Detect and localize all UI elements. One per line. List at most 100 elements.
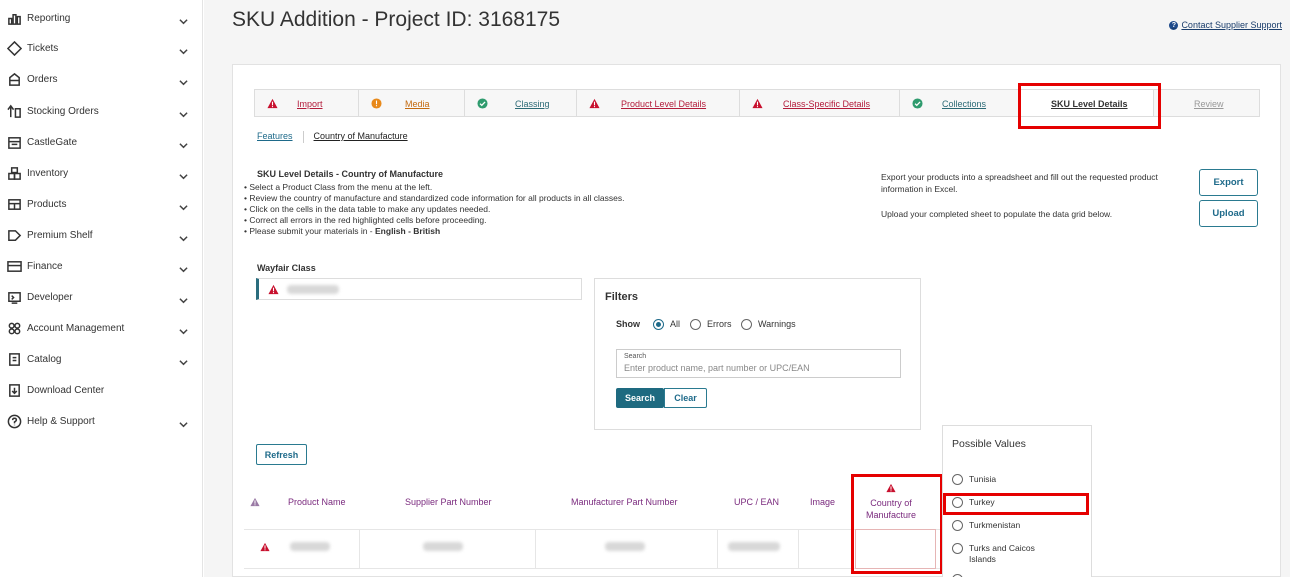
column-supplier-part-number[interactable]: Supplier Part Number [405, 497, 492, 507]
instructions-heading: SKU Level Details - Country of Manufactu… [257, 169, 444, 179]
option-radio[interactable] [952, 543, 963, 554]
tab-import[interactable]: Import [254, 89, 358, 117]
search-button[interactable]: Search [616, 388, 664, 408]
option-radio[interactable] [952, 520, 963, 531]
sidebar-item-label: Tickets [27, 42, 59, 54]
possible-values-title: Possible Values [952, 438, 1026, 450]
upload-button[interactable]: Upload [1199, 200, 1258, 227]
option-label: Turkmenistan [969, 520, 1021, 530]
help-icon [6, 413, 22, 429]
sidebar-item-label: Stocking Orders [27, 105, 99, 117]
sidebar-item-premium-shelf[interactable]: Premium Shelf [0, 223, 200, 247]
sidebar-item-label: CastleGate [27, 136, 78, 148]
column-upc-ean[interactable]: UPC / EAN [734, 497, 779, 507]
sidebar-item-stocking-orders[interactable]: Stocking Orders [0, 99, 200, 123]
sidebar-item-orders[interactable]: Orders [0, 67, 200, 91]
redacted-upc [728, 542, 780, 551]
option-radio[interactable] [952, 452, 963, 463]
wayfair-class-item[interactable] [256, 278, 582, 300]
sidebar-item-castlegate[interactable]: CastleGate [0, 130, 200, 154]
warehouse-icon [6, 134, 22, 150]
clear-button[interactable]: Clear [664, 388, 707, 408]
chevron-down-icon[interactable] [179, 13, 189, 25]
chevron-down-icon[interactable] [179, 261, 189, 273]
sidebar-item-reporting[interactable]: Reporting [0, 6, 200, 30]
sidebar-item-download-center[interactable]: Download Center [0, 378, 200, 402]
instructions-list: Select a Product Class from the menu at … [244, 182, 804, 237]
sidebar-item-label: Premium Shelf [27, 229, 93, 241]
error-icon [589, 98, 600, 109]
check-circle-icon [912, 98, 923, 109]
instruction-item: Please submit your materials in - Englis… [244, 226, 804, 237]
chevron-down-icon[interactable] [179, 230, 189, 242]
sidebar-item-label: Developer [27, 291, 73, 303]
cell-divider [359, 529, 360, 569]
tab-label: Product Level Details [621, 99, 707, 109]
search-field[interactable]: Search [616, 349, 901, 378]
redacted-product-name [290, 542, 330, 551]
warning-triangle-icon [250, 497, 260, 507]
column-product-name[interactable]: Product Name [288, 497, 346, 507]
filter-all-radio[interactable] [653, 319, 664, 330]
sidebar-item-products[interactable]: Products [0, 192, 200, 216]
tab-label: Collections [942, 99, 987, 109]
error-icon [260, 542, 270, 552]
sidebar-item-developer[interactable]: Developer [0, 285, 200, 309]
filter-warnings-radio[interactable] [741, 319, 752, 330]
stocking-orders-icon [6, 103, 22, 119]
tab-label: Media [405, 99, 430, 109]
sidebar-item-account-management[interactable]: Account Management [0, 316, 200, 340]
chevron-down-icon[interactable] [179, 74, 189, 86]
chevron-down-icon[interactable] [179, 416, 189, 428]
tab-label: Class-Specific Details [783, 99, 871, 109]
tab-label: Import [297, 99, 323, 109]
subnav-current[interactable]: Country of Manufacture [314, 131, 408, 143]
column-image[interactable]: Image [810, 497, 835, 507]
chevron-down-icon[interactable] [179, 168, 189, 180]
instructions: SKU Level Details - Country of Manufactu… [244, 169, 804, 237]
chevron-down-icon[interactable] [179, 106, 189, 118]
tab-classing[interactable]: Classing [464, 89, 576, 117]
sidebar-item-finance[interactable]: Finance [0, 254, 200, 278]
option-radio[interactable] [952, 474, 963, 485]
filter-warnings-label: Warnings [758, 319, 796, 329]
tab-media[interactable]: Media [358, 89, 464, 117]
chevron-down-icon[interactable] [179, 137, 189, 149]
filters-panel: Filters Show All Errors Warnings Search … [594, 278, 921, 430]
sidebar-item-catalog[interactable]: Catalog [0, 347, 200, 371]
redacted-manufacturer-part [605, 542, 645, 551]
export-description: Export your products into a spreadsheet … [881, 172, 1158, 194]
main-content: SKU Addition - Project ID: 3168175 ? Con… [204, 0, 1290, 577]
sidebar-item-tickets[interactable]: Tickets [0, 36, 200, 60]
tab-class-specific-details[interactable]: Class-Specific Details [739, 89, 899, 117]
filter-errors-radio[interactable] [690, 319, 701, 330]
contact-support-link[interactable]: ? Contact Supplier Support [1169, 20, 1282, 30]
search-input[interactable] [624, 363, 894, 373]
chevron-down-icon[interactable] [179, 323, 189, 335]
column-manufacturer-part-number[interactable]: Manufacturer Part Number [571, 497, 678, 507]
sidebar-item-label: Inventory [27, 167, 69, 179]
chevron-down-icon[interactable] [179, 292, 189, 304]
filter-all-label: All [670, 319, 681, 329]
export-button[interactable]: Export [1199, 169, 1258, 196]
sidebar-item-label: Download Center [27, 384, 105, 396]
filters-title: Filters [605, 291, 639, 303]
download-icon [6, 382, 22, 398]
tab-product-level-details[interactable]: Product Level Details [576, 89, 739, 117]
tab-collections[interactable]: Collections [899, 89, 1020, 117]
refresh-button[interactable]: Refresh [256, 444, 307, 465]
bar-chart-icon [6, 10, 22, 26]
chevron-down-icon[interactable] [179, 354, 189, 366]
tab-label: Review [1194, 99, 1224, 109]
subnav-features-link[interactable]: Features [257, 131, 293, 143]
account-icon [6, 320, 22, 336]
products-icon [6, 196, 22, 212]
chevron-down-icon[interactable] [179, 199, 189, 211]
chevron-down-icon[interactable] [179, 43, 189, 55]
sidebar-item-help-support[interactable]: Help & Support [0, 409, 200, 433]
cell-divider [798, 529, 799, 569]
instruction-item: Select a Product Class from the menu at … [244, 182, 804, 193]
sidebar-item-inventory[interactable]: Inventory [0, 161, 200, 185]
tab-review[interactable]: Review [1153, 89, 1260, 117]
card-icon [6, 258, 22, 274]
